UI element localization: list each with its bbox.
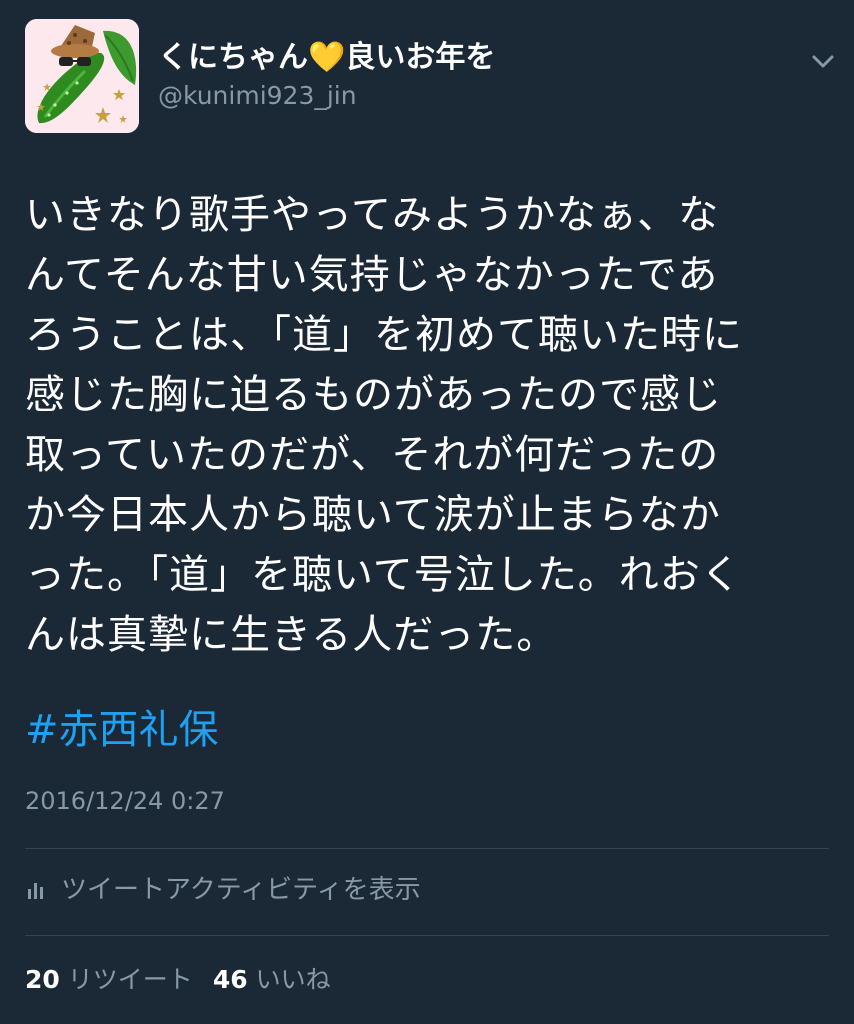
tweet-text-line: 感じた胸に迫るものがあったので感じ bbox=[25, 372, 722, 418]
display-name-end: 良いお年を bbox=[345, 40, 496, 75]
yellow-heart-icon: 💛 bbox=[308, 40, 346, 75]
tweet-text-line: ろうことは、「道」を初めて聴いた時に bbox=[25, 312, 743, 358]
tweet-text: いきなり歌手やってみようかなぁ、な んてそんな甘い気持じゃなかったであ ろうこと… bbox=[25, 185, 825, 665]
like-label[interactable]: いいね bbox=[256, 960, 331, 1000]
tweet-stats: 20 リツイート 46 いいね bbox=[25, 960, 331, 1000]
display-name[interactable]: くにちゃん💛良いお年を bbox=[158, 38, 495, 78]
tweet-text-line: んてそんな甘い気持じゃなかったであ bbox=[25, 252, 719, 298]
like-count[interactable]: 46 bbox=[213, 960, 248, 1000]
cucumber-avatar-icon bbox=[25, 19, 139, 133]
display-name-start: くにちゃん bbox=[158, 40, 308, 75]
retweet-count[interactable]: 20 bbox=[25, 960, 60, 1000]
tweet-detail: くにちゃん💛良いお年を @kunimi923_jin いきなり歌手やってみようか… bbox=[0, 0, 854, 1024]
hashtag-link[interactable]: #赤西礼保 bbox=[25, 700, 219, 760]
divider bbox=[25, 848, 829, 849]
user-handle[interactable]: @kunimi923_jin bbox=[158, 80, 357, 112]
tweet-text-line: んは真摯に生きる人だった。 bbox=[25, 612, 558, 658]
view-activity-link[interactable]: ツイートアクティビティを表示 bbox=[25, 870, 421, 910]
tweet-text-line: か今日本人から聴いて涙が止まらなか bbox=[25, 492, 721, 538]
avatar[interactable] bbox=[25, 19, 139, 133]
bar-chart-icon bbox=[28, 883, 43, 899]
tweet-text-line: 取っていたのだが、それが何だったの bbox=[25, 432, 720, 478]
tweet-text-line: った。「道」を聴いて号泣した。れおく bbox=[25, 552, 742, 598]
chevron-down-icon[interactable] bbox=[808, 46, 838, 76]
view-activity-label: ツイートアクティビティを表示 bbox=[61, 875, 421, 905]
retweet-label[interactable]: リツイート bbox=[68, 960, 193, 1000]
divider bbox=[25, 935, 829, 936]
tweet-timestamp[interactable]: 2016/12/24 0:27 bbox=[25, 784, 225, 818]
tweet-text-line: いきなり歌手やってみようかなぁ、な bbox=[25, 192, 720, 238]
